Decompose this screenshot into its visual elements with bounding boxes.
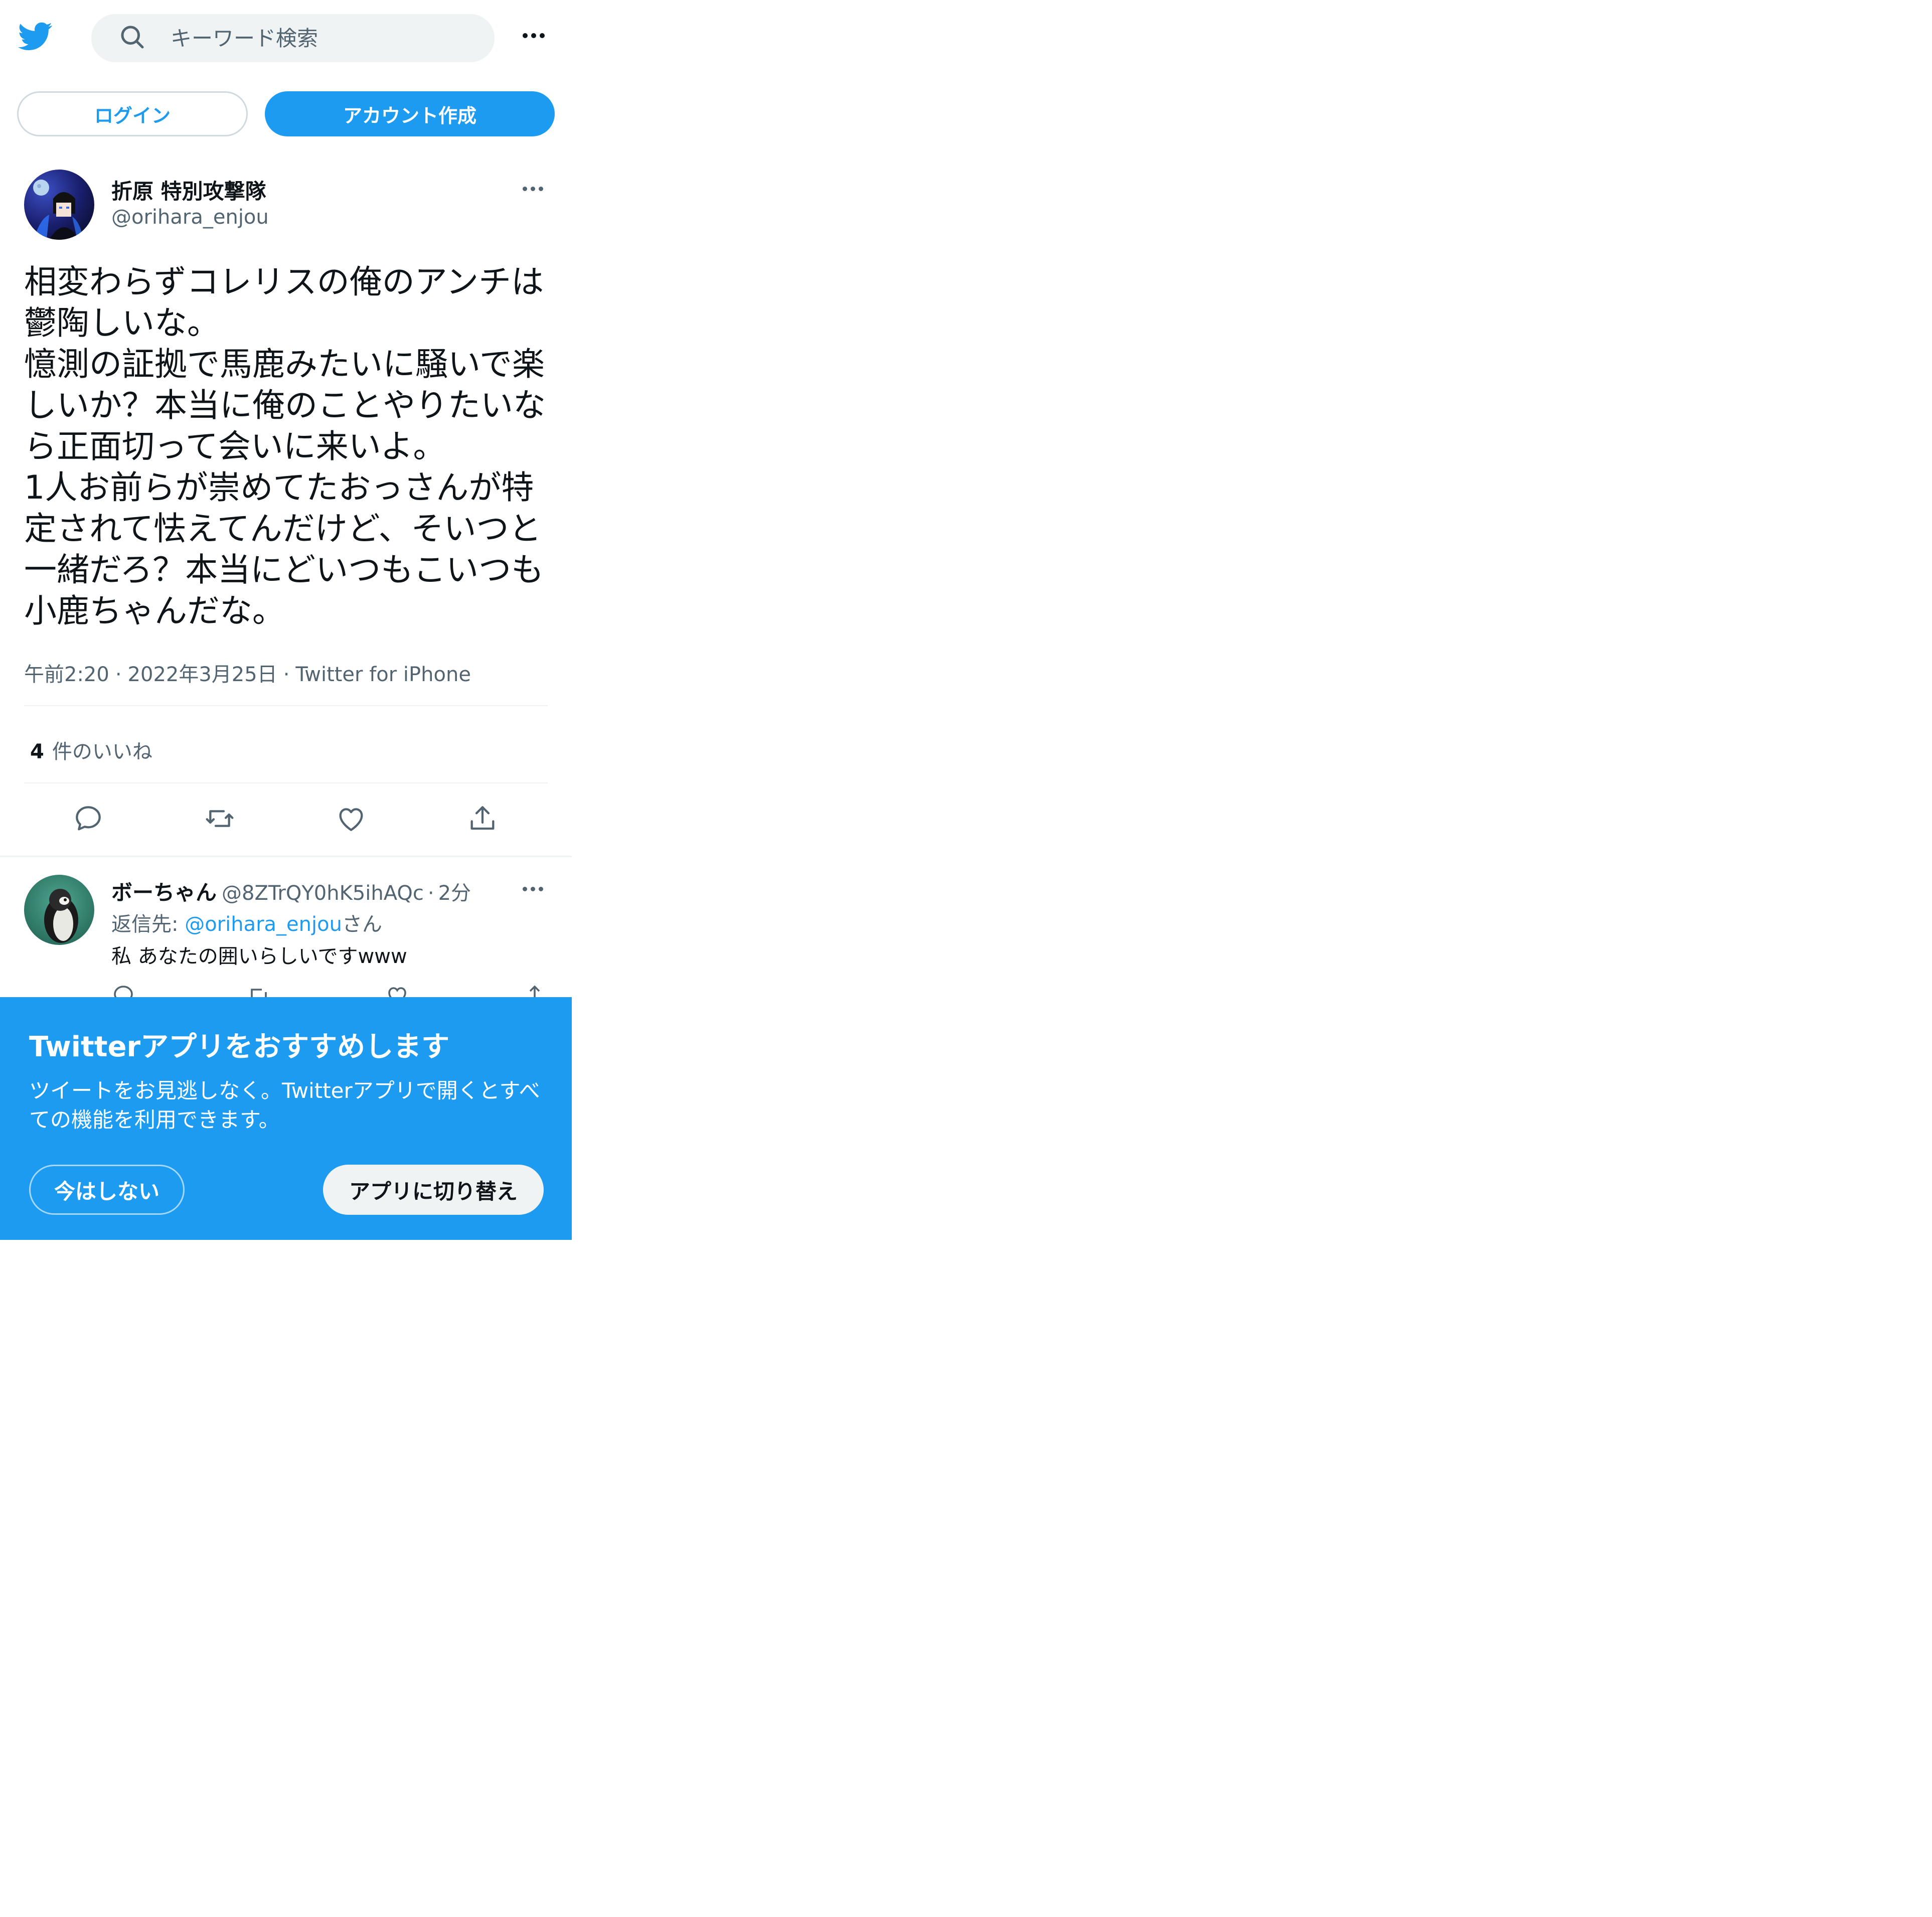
tweet-author-name[interactable]: 折原 特別攻撃隊 [111, 175, 266, 205]
reply-time[interactable]: 2分 [438, 882, 471, 905]
avatar[interactable] [24, 170, 94, 240]
reply-to-suffix: さん [342, 913, 382, 936]
signup-button[interactable]: アカウント作成 [265, 91, 555, 136]
reply-to-mention[interactable]: @orihara_enjou [185, 913, 342, 936]
search-icon [121, 26, 144, 49]
reply-text: 私 あなたの囲いらしいですwww [111, 945, 407, 968]
share-icon[interactable] [466, 803, 499, 835]
heart-icon[interactable] [335, 803, 367, 835]
login-button[interactable]: ログイン [17, 91, 248, 136]
more-dots-icon[interactable] [523, 33, 545, 38]
retweet-icon[interactable] [204, 803, 236, 835]
reply-to-prefix: 返信先: [111, 913, 185, 936]
tweet-text: 相変わらずコレリスの俺のアンチは鬱陶しいな。 憶測の証拠で馬鹿みたいに騒いで楽し… [24, 263, 546, 630]
reply-icon[interactable] [72, 803, 104, 835]
banner-title: Twitterアプリをおすすめします [29, 1031, 450, 1063]
banner-body: ツイートをお見逃しなく。Twitterアプリで開くとすべての機能を利用できます。 [29, 1078, 540, 1132]
reply-to-line: 返信先: @orihara_enjouさん [111, 908, 382, 937]
not-now-button[interactable]: 今はしない [29, 1165, 185, 1215]
likes-count[interactable]: 4 件のいいね [30, 735, 152, 764]
more-dots-icon[interactable] [523, 187, 543, 191]
reply-header: ボーちゃん @8ZTrQY0hK5ihAQc · 2分 [111, 876, 471, 906]
tweet-meta: 午前2:20 · 2022年3月25日 · Twitter for iPhone [24, 658, 471, 687]
twitter-mobile-page: ログイン アカウント作成 折原 特別攻撃隊 @orihara_enjou 相変わ… [0, 0, 572, 1917]
tweet-time[interactable]: 午前2:20 [24, 663, 109, 686]
tweet-separator [0, 856, 572, 857]
tweet-source[interactable]: Twitter for iPhone [295, 663, 471, 686]
meta-separator: · [115, 663, 122, 686]
avatar[interactable] [24, 875, 94, 945]
meta-separator: · [427, 882, 434, 905]
search-input[interactable] [171, 23, 471, 53]
tweet-author-handle[interactable]: @orihara_enjou [111, 206, 269, 229]
twitter-bird-icon[interactable] [17, 19, 54, 53]
more-dots-icon[interactable] [523, 887, 543, 891]
switch-to-app-button[interactable]: アプリに切り替え [323, 1165, 544, 1215]
tweet-date[interactable]: 2022年3月25日 [128, 663, 277, 686]
likes-label: 件のいいね [52, 740, 152, 763]
divider [24, 782, 548, 783]
divider [24, 705, 548, 706]
reply-author-handle[interactable]: @8ZTrQY0hK5ihAQc [222, 882, 424, 905]
reply-author-name[interactable]: ボーちゃん [111, 880, 217, 905]
meta-separator: · [283, 663, 290, 686]
likes-number: 4 [30, 740, 44, 763]
